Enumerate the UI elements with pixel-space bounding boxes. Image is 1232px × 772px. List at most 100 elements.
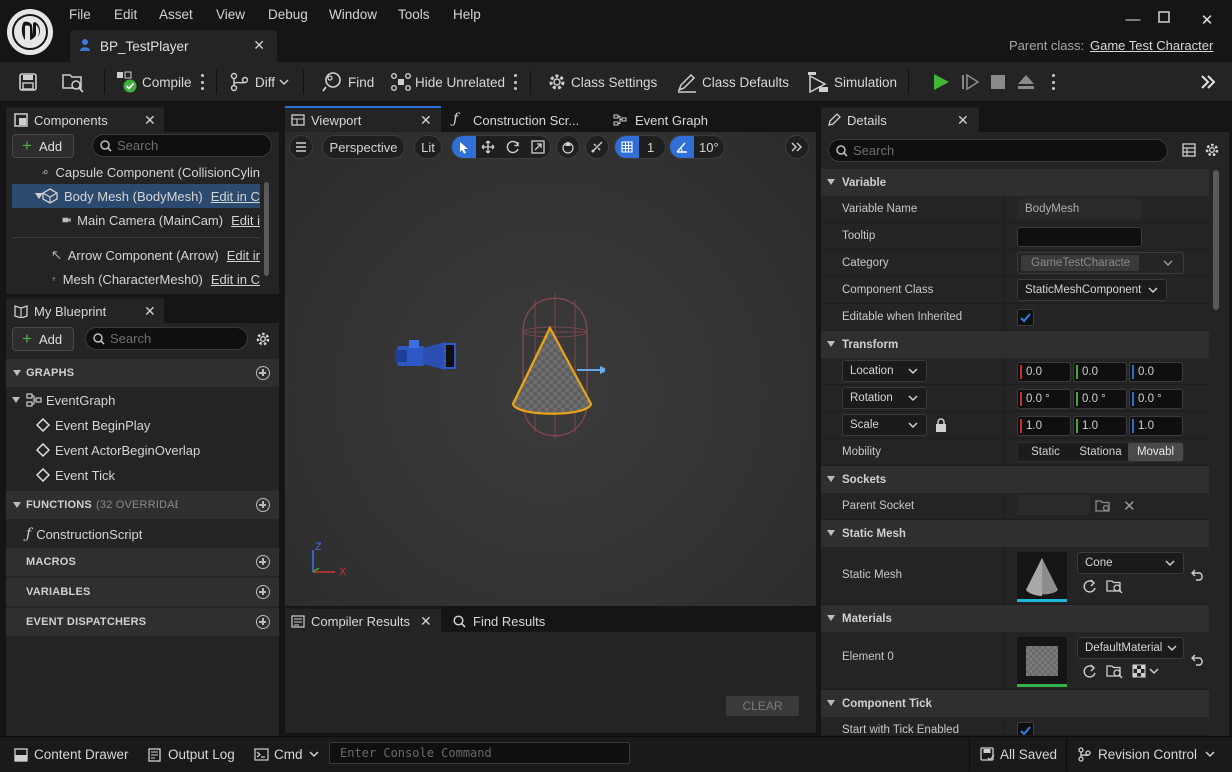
edit-in-cpp-link[interactable]: Edit ir xyxy=(227,248,260,263)
static-mesh-combobox[interactable]: Cone xyxy=(1077,552,1184,574)
component-item-maincam[interactable]: Main Camera (MainCam) Edit i xyxy=(6,208,260,232)
static-mesh-thumbnail[interactable] xyxy=(1017,552,1067,602)
eject-button[interactable] xyxy=(1016,62,1036,102)
scale-tool-icon[interactable] xyxy=(525,140,550,154)
browse-socket-icon[interactable] xyxy=(1095,499,1111,513)
add-variable-icon[interactable] xyxy=(256,585,270,599)
compile-options-button[interactable] xyxy=(200,62,204,102)
camera-mesh[interactable] xyxy=(393,336,459,376)
variable-section-header[interactable]: Variable xyxy=(821,169,1209,196)
menu-help[interactable]: Help xyxy=(453,7,481,22)
find-options-button[interactable] xyxy=(513,62,517,102)
content-drawer-button[interactable]: Content Drawer xyxy=(14,737,129,772)
menu-edit[interactable]: Edit xyxy=(114,7,137,22)
component-item-bodymesh[interactable]: Body Mesh (BodyMesh) Edit in C xyxy=(12,184,260,208)
angle-snap-icon[interactable] xyxy=(670,136,694,158)
editable-inherited-checkbox[interactable] xyxy=(1017,309,1034,326)
menu-debug[interactable]: Debug xyxy=(268,7,308,22)
lock-icon[interactable] xyxy=(935,418,947,432)
close-tab-icon[interactable]: ✕ xyxy=(957,112,969,129)
rotation-z-field[interactable]: 0.0 ° xyxy=(1129,389,1183,409)
scale-dropdown[interactable]: Scale xyxy=(842,414,927,436)
function-item-constructionscript[interactable]: ƒ ConstructionScript xyxy=(6,522,276,546)
compile-button[interactable]: Compile xyxy=(116,62,192,102)
close-tab-icon[interactable]: ✕ xyxy=(420,112,432,129)
edit-in-cpp-link[interactable]: Edit i xyxy=(231,213,260,228)
settings-gear-icon[interactable] xyxy=(1204,142,1220,158)
components-search-input[interactable]: Search xyxy=(92,134,272,157)
details-scrollbar[interactable] xyxy=(1213,170,1219,310)
grid-snap-icon[interactable] xyxy=(615,136,639,158)
select-mode-icon[interactable] xyxy=(452,136,476,158)
angle-snap-group[interactable]: 10° xyxy=(669,135,725,159)
blueprint-search-input[interactable]: Search xyxy=(85,327,248,350)
class-settings-button[interactable]: Class Settings xyxy=(547,62,657,102)
rotation-x-field[interactable]: 0.0 ° xyxy=(1017,389,1071,409)
play-button[interactable] xyxy=(931,62,951,102)
tab-find-results[interactable]: Find Results xyxy=(444,607,584,633)
parent-socket-input[interactable] xyxy=(1017,495,1090,515)
graphs-section-header[interactable]: GRAPHS xyxy=(6,359,279,387)
menu-file[interactable]: File xyxy=(69,7,91,22)
browse-asset-icon[interactable] xyxy=(1106,664,1123,679)
materials-section-header[interactable]: Materials xyxy=(821,605,1209,632)
viewport-menu-button[interactable] xyxy=(289,135,313,159)
scale-x-field[interactable]: 1.0 xyxy=(1017,416,1071,436)
add-dispatcher-icon[interactable] xyxy=(256,615,270,629)
output-log-button[interactable]: Output Log xyxy=(148,737,235,772)
viewport-more-button[interactable] xyxy=(785,135,809,159)
use-selected-asset-icon[interactable] xyxy=(1082,579,1097,594)
my-blueprint-tab[interactable]: My Blueprint ✕ xyxy=(6,297,164,323)
tooltip-input[interactable] xyxy=(1017,227,1142,247)
location-z-field[interactable]: 0.0 xyxy=(1129,362,1183,382)
tab-construction-script[interactable]: ƒ Construction Scr... xyxy=(444,106,596,132)
close-tab-icon[interactable]: ✕ xyxy=(144,112,156,129)
clear-button[interactable]: CLEAR xyxy=(726,696,799,716)
components-scrollbar[interactable] xyxy=(264,182,269,276)
location-x-field[interactable]: 0.0 xyxy=(1017,362,1071,382)
functions-section-header[interactable]: FUNCTIONS (32 OVERRIDABL xyxy=(6,491,279,519)
location-dropdown[interactable]: Location xyxy=(842,360,927,382)
menu-window[interactable]: Window xyxy=(329,7,377,22)
simulation-button[interactable]: Simulation xyxy=(807,62,897,102)
revision-control-button[interactable]: Revision Control xyxy=(1077,737,1215,772)
component-item-mesh[interactable]: Mesh (CharacterMesh0) Edit in C xyxy=(6,267,260,291)
cmd-dropdown[interactable]: Cmd xyxy=(254,737,319,772)
character-capsule-with-cone[interactable] xyxy=(505,292,605,442)
all-saved-button[interactable]: All Saved xyxy=(980,737,1057,772)
edit-in-cpp-link[interactable]: Edit in C xyxy=(211,272,260,287)
variable-name-input[interactable]: BodyMesh xyxy=(1017,199,1142,219)
class-defaults-button[interactable]: Class Defaults xyxy=(676,62,789,102)
details-tab[interactable]: Details ✕ xyxy=(821,106,979,132)
reset-to-default-icon[interactable] xyxy=(1191,569,1205,581)
expand-toolbar-button[interactable] xyxy=(1199,62,1217,102)
world-local-toggle[interactable] xyxy=(556,135,580,159)
diff-button[interactable]: Diff xyxy=(229,62,289,102)
component-item-capsule[interactable]: Capsule Component (CollisionCylin xyxy=(6,160,260,184)
material-thumbnail[interactable] xyxy=(1017,637,1067,687)
minimize-icon[interactable]: — xyxy=(1124,11,1142,29)
mobility-static-option[interactable]: Static xyxy=(1018,443,1073,461)
material-combobox[interactable]: DefaultMaterial xyxy=(1077,637,1184,659)
scale-z-field[interactable]: 1.0 xyxy=(1129,416,1183,436)
rotation-dropdown[interactable]: Rotation xyxy=(842,387,927,409)
close-tab-icon[interactable]: ✕ xyxy=(420,613,432,630)
edit-in-cpp-link[interactable]: Edit in C xyxy=(211,189,260,204)
component-tick-section-header[interactable]: Component Tick xyxy=(821,690,1209,717)
sockets-section-header[interactable]: Sockets xyxy=(821,466,1209,493)
grid-snap-group[interactable]: 1 xyxy=(614,135,666,159)
use-selected-asset-icon[interactable] xyxy=(1082,664,1097,679)
tab-event-graph[interactable]: Event Graph xyxy=(604,106,754,132)
close-tab-icon[interactable]: ✕ xyxy=(144,303,156,320)
console-command-input[interactable]: Enter Console Command xyxy=(329,742,630,764)
tab-compiler-results[interactable]: Compiler Results ✕ xyxy=(285,607,441,633)
lit-mode-button[interactable]: Lit xyxy=(414,135,442,159)
start-tick-checkbox[interactable] xyxy=(1017,722,1034,735)
settings-gear-icon[interactable] xyxy=(255,331,271,347)
add-macro-icon[interactable] xyxy=(256,555,270,569)
reset-to-default-icon[interactable] xyxy=(1191,654,1205,666)
event-item[interactable]: Event Tick xyxy=(6,463,276,487)
component-class-combobox[interactable]: StaticMeshComponent xyxy=(1017,279,1167,301)
macros-section-header[interactable]: MACROS xyxy=(6,548,279,576)
clear-socket-icon[interactable]: ✕ xyxy=(1123,497,1136,515)
